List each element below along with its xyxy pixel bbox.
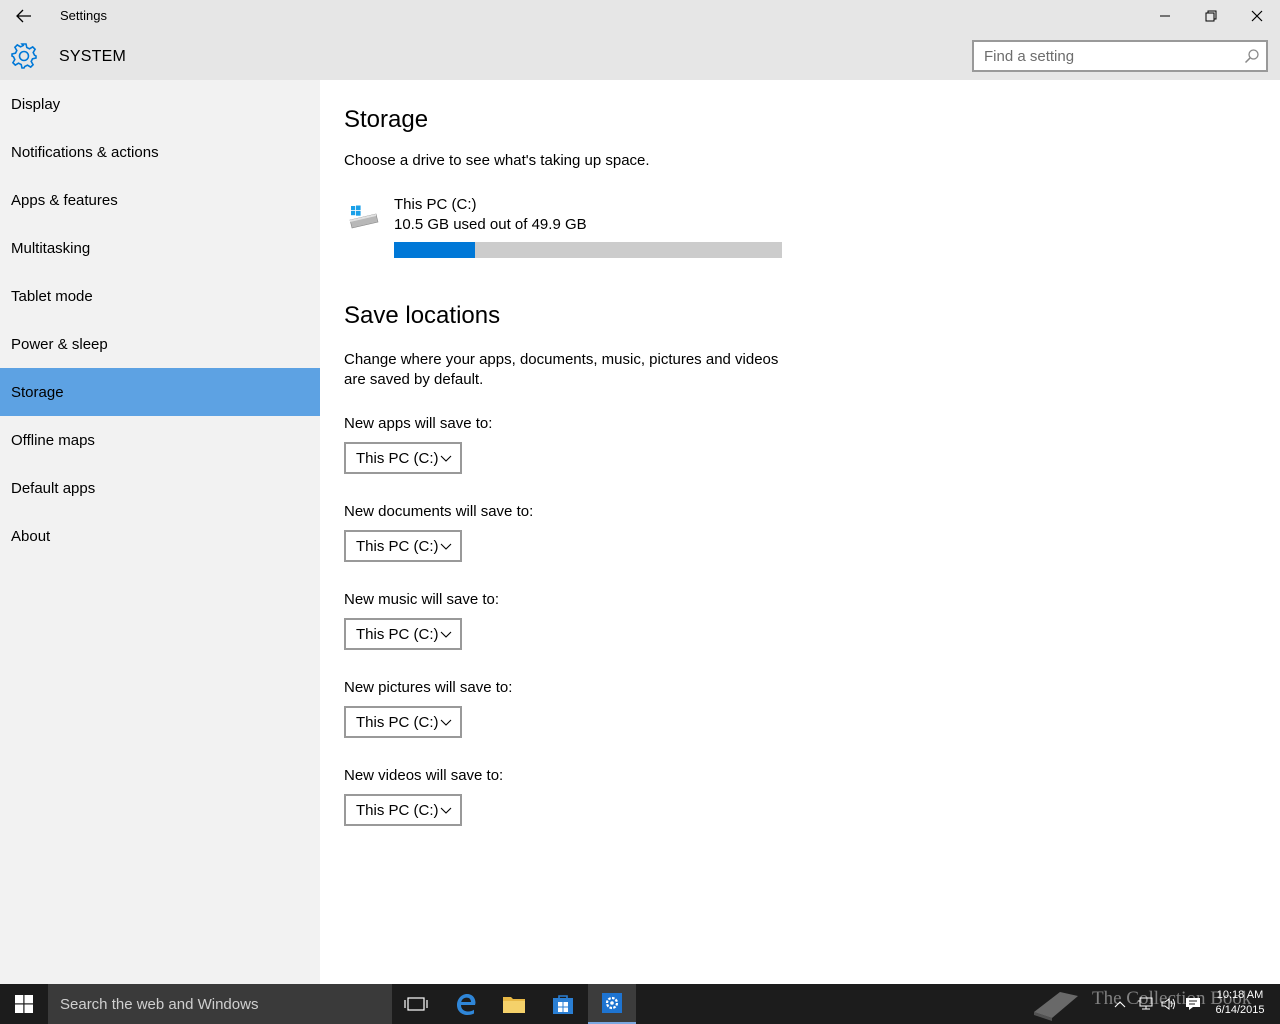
sidebar-item-label: Offline maps (11, 431, 95, 449)
minimize-icon (1160, 15, 1170, 17)
taskbar: Search the web and Windows The Collectio… (0, 984, 1280, 1024)
book-logo-icon (1034, 992, 1078, 1021)
sidebar-item-notifications[interactable]: Notifications & actions (0, 128, 320, 176)
drive-usage: 10.5 GB used out of 49.9 GB (394, 216, 587, 233)
search-icon[interactable] (1244, 48, 1260, 64)
dropdown-value: This PC (C:) (356, 713, 439, 731)
drive-usage-bar (394, 242, 782, 258)
chevron-up-icon (1114, 1001, 1126, 1008)
sidebar-item-label: Multitasking (11, 239, 91, 257)
sidebar-item-label: Storage (11, 383, 64, 401)
close-button[interactable] (1234, 0, 1280, 32)
sidebar-item-default-apps[interactable]: Default apps (0, 464, 320, 512)
edge-icon (457, 994, 476, 1015)
sidebar-item-storage[interactable]: Storage (0, 368, 320, 416)
clock-date: 6/14/2015 (1215, 1004, 1265, 1016)
sidebar-item-offline-maps[interactable]: Offline maps (0, 416, 320, 464)
chevron-down-icon (440, 543, 452, 550)
windows-logo-icon (15, 995, 33, 1013)
restore-button[interactable] (1188, 0, 1234, 32)
taskbar-search-box[interactable]: Search the web and Windows (48, 984, 392, 1024)
search-input[interactable] (984, 42, 1234, 70)
storage-description: Choose a drive to see what's taking up s… (344, 152, 650, 169)
volume-button[interactable] (1158, 984, 1180, 1024)
chevron-down-icon (440, 631, 452, 638)
save-locations-heading: Save locations (344, 302, 501, 329)
sidebar-item-label: Notifications & actions (11, 143, 159, 161)
drive-usage-fill (394, 242, 476, 258)
sidebar-item-label: Power & sleep (11, 335, 108, 353)
videos-save-label: New videos will save to: (344, 767, 504, 784)
sidebar-item-multitasking[interactable]: Multitasking (0, 224, 320, 272)
close-icon (1251, 10, 1263, 22)
back-button[interactable] (8, 4, 40, 28)
network-button[interactable] (1134, 984, 1156, 1024)
pictures-save-dropdown[interactable]: This PC (C:) (344, 706, 462, 738)
folder-icon (503, 997, 525, 1013)
save-locations-description-line1: Change where your apps, documents, music… (344, 351, 779, 368)
drive-name: This PC (C:) (394, 196, 477, 213)
sidebar-item-label: Display (11, 95, 61, 113)
taskbar-search-text: Search the web and Windows (60, 995, 259, 1013)
network-icon (1138, 997, 1153, 1010)
sidebar-item-display[interactable]: Display (0, 80, 320, 128)
chevron-down-icon (440, 455, 452, 462)
file-explorer-button[interactable] (490, 984, 538, 1024)
section-title: SYSTEM (59, 48, 126, 65)
music-save-dropdown[interactable]: This PC (C:) (344, 618, 462, 650)
save-locations-description-line2: are saved by default. (344, 371, 484, 388)
window-title: Settings (60, 8, 107, 23)
sidebar-item-apps-features[interactable]: Apps & features (0, 176, 320, 224)
edge-button[interactable] (442, 984, 490, 1024)
clock[interactable]: 10:18 AM 6/14/2015 (1206, 988, 1274, 1018)
settings-header: SYSTEM (0, 32, 1280, 80)
restore-icon (1205, 10, 1217, 22)
settings-gear-icon (602, 993, 622, 1013)
sidebar-item-tablet-mode[interactable]: Tablet mode (0, 272, 320, 320)
task-view-button[interactable] (392, 984, 440, 1024)
dropdown-value: This PC (C:) (356, 449, 439, 467)
clock-time: 10:18 AM (1216, 989, 1264, 1001)
dropdown-value: This PC (C:) (356, 625, 439, 643)
message-icon (1186, 998, 1200, 1010)
storage-heading: Storage (344, 106, 429, 133)
title-bar: Settings (0, 0, 1280, 32)
show-hidden-icons-button[interactable] (1110, 984, 1130, 1024)
sidebar-item-label: Default apps (11, 479, 96, 497)
search-box[interactable] (972, 40, 1268, 72)
store-icon (553, 995, 573, 1014)
action-center-button[interactable] (1182, 984, 1204, 1024)
main-content: Storage Choose a drive to see what's tak… (320, 80, 1280, 984)
minimize-button[interactable] (1142, 0, 1188, 32)
dropdown-value: This PC (C:) (356, 801, 439, 819)
documents-save-label: New documents will save to: (344, 503, 534, 520)
sidebar-item-label: Apps & features (11, 191, 118, 209)
store-button[interactable] (539, 984, 587, 1024)
sidebar-item-label: Tablet mode (11, 287, 93, 305)
chevron-down-icon (440, 719, 452, 726)
sidebar: Display Notifications & actions Apps & f… (0, 80, 320, 984)
task-view-icon (404, 997, 428, 1011)
music-save-label: New music will save to: (344, 591, 500, 608)
videos-save-dropdown[interactable]: This PC (C:) (344, 794, 462, 826)
drive-icon (349, 205, 379, 229)
documents-save-dropdown[interactable]: This PC (C:) (344, 530, 462, 562)
sidebar-item-about[interactable]: About (0, 512, 320, 560)
apps-save-dropdown[interactable]: This PC (C:) (344, 442, 462, 474)
volume-icon (1161, 998, 1175, 1010)
pictures-save-label: New pictures will save to: (344, 679, 513, 696)
apps-save-label: New apps will save to: (344, 415, 493, 432)
dropdown-value: This PC (C:) (356, 537, 439, 555)
back-arrow-icon (16, 9, 31, 23)
settings-taskbar-button[interactable] (588, 984, 636, 1024)
chevron-down-icon (440, 807, 452, 814)
sidebar-item-label: About (11, 527, 51, 545)
sidebar-item-power-sleep[interactable]: Power & sleep (0, 320, 320, 368)
start-button[interactable] (0, 984, 48, 1024)
gear-icon (11, 43, 37, 69)
